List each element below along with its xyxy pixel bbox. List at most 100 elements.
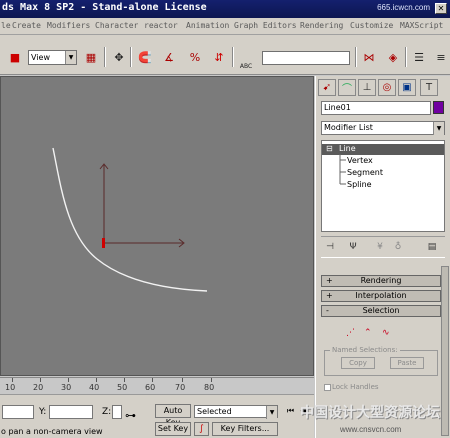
auto-key-button[interactable]: Auto Key [155,404,191,427]
menu-maxscript[interactable]: MAXScript [400,21,443,30]
key-mode-value: Selected [197,407,232,416]
select-manipulate-icon[interactable]: ✥ [110,48,128,66]
menu-customize[interactable]: Customize [350,21,393,30]
x-coordinate-field[interactable] [2,405,34,419]
spinner-snap-icon[interactable]: ⇵ [210,48,228,66]
key-filters-button[interactable]: Key Filters... [212,422,278,436]
lock-handles-checkbox[interactable] [324,384,331,391]
command-panel: ➹ ⌒ ⊥ ◎ ▣ T Line01 Modifier List ▼ ⊟ Lin… [315,76,450,438]
object-color-swatch[interactable] [433,101,444,114]
ruler-tick-label: 40 [89,383,100,392]
remove-modifier-icon[interactable]: ♁ [391,240,405,254]
ruler-tick [68,378,69,382]
align-icon[interactable]: ◈ [384,48,402,66]
command-panel-scrollbar[interactable] [441,266,449,436]
snap-3d-icon[interactable]: 🧲 [136,48,154,66]
transform-gizmo[interactable] [99,163,185,248]
stack-toolbar: ⊣ Ψ ¥ ♁ ▤ [321,236,445,258]
pivot-center-icon[interactable]: ▦ [82,48,100,66]
subobject-level-buttons: ⋰ ⌃ ∿ [346,328,406,340]
ruler-tick [124,378,125,382]
ruler-tick-label: 30 [61,383,72,392]
mirror-icon[interactable]: ⋈ [360,48,378,66]
perspective-viewport[interactable] [0,76,314,376]
display-tab-icon[interactable]: ▣ [398,79,416,96]
percent-snap-icon[interactable]: % [186,48,204,66]
curve-editor-icon[interactable]: ≡ [432,48,450,66]
z-coordinate-field[interactable] [112,405,122,419]
ruler-tick [182,378,183,382]
named-selections-label: Named Selections: [330,346,400,354]
menu-rendering[interactable]: Rendering [300,21,343,30]
segment-level-icon[interactable]: ⌃ [364,328,372,338]
menu-graph-editors[interactable]: Graph Editors [234,21,297,30]
ruler-tick [12,378,13,382]
modify-tab-icon[interactable]: ⌒ [338,79,356,96]
chevron-down-icon: ▼ [433,122,444,135]
toolbar-divider [355,47,357,67]
default-tangents-icon[interactable]: ∫ [194,422,209,436]
interpolation-rollout[interactable]: + Interpolation [321,290,441,302]
time-ruler[interactable]: 10 20 30 40 50 60 70 80 [0,377,314,393]
configure-sets-icon[interactable]: ▤ [425,240,439,254]
menu-character[interactable]: Character [95,21,138,30]
watermark-url: www.cnsvcn.com [340,425,402,434]
reference-coordinate-dropdown[interactable]: View ▼ [28,50,77,65]
menu-reactor[interactable]: reactor [144,21,178,30]
menu-bar: le Create Modifiers Character reactor An… [0,18,450,35]
collapse-icon[interactable]: ⊟ [326,144,333,153]
stack-item-spline[interactable]: Spline [347,180,372,189]
layer-manager-icon[interactable]: ☰ [410,48,428,66]
stack-tree-lines [339,154,346,185]
modifier-list-dropdown[interactable]: Modifier List ▼ [321,121,445,135]
key-mode-dropdown[interactable]: Selected ▼ [194,405,278,419]
stack-item-line[interactable]: Line [339,144,356,153]
modifier-list-label: Modifier List [324,123,373,132]
pin-stack-icon[interactable]: ⊣ [323,240,337,254]
rendering-rollout[interactable]: + Rendering [321,275,441,287]
menu-animation[interactable]: Animation [186,21,229,30]
ruler-tick-label: 20 [33,383,44,392]
modifier-stack[interactable]: ⊟ Line Vertex Segment Spline [321,140,445,232]
watermark-text: 中国设计大型资源论坛 [300,405,440,421]
make-unique-icon[interactable]: ¥ [373,240,387,254]
toolbar-divider [104,47,106,67]
title-bar: ds Max 8 SP2 - Stand-alone License 665.i… [0,0,450,18]
go-to-start-icon[interactable]: ⏮ [285,405,296,417]
stack-item-segment[interactable]: Segment [347,168,383,177]
set-key-button[interactable]: Set Key [155,422,191,436]
y-coordinate-field[interactable] [49,405,93,419]
window-title: ds Max 8 SP2 - Stand-alone License [2,2,207,13]
status-prompt: o pan a non-camera view [1,427,103,436]
reference-coordinate-value: View [31,53,50,62]
chevron-down-icon: ▼ [65,51,76,64]
angle-snap-icon[interactable]: ∡ [160,48,178,66]
copy-button[interactable]: Copy [341,357,375,369]
ruler-tick-label: 70 [175,383,186,392]
utilities-tab-icon[interactable]: T [420,79,438,96]
paste-button[interactable]: Paste [390,357,424,369]
spline-level-icon[interactable]: ∿ [382,328,390,338]
motion-tab-icon[interactable]: ◎ [378,79,396,96]
selection-rollout-label: Selection [362,306,400,315]
menu-create[interactable]: Create [12,21,41,30]
hierarchy-tab-icon[interactable]: ⊥ [358,79,376,96]
named-selection-field[interactable] [262,51,350,65]
select-object-icon[interactable]: ■ [6,48,24,66]
vertex-level-icon[interactable]: ⋰ [346,328,355,338]
edit-named-selection-icon[interactable]: ABC [237,57,255,75]
interpolation-rollout-label: Interpolation [355,291,407,300]
ruler-tick [40,378,41,382]
selection-rollout[interactable]: - Selection [321,305,441,317]
toolbar-divider [232,47,234,67]
object-name-field[interactable]: Line01 [321,101,431,115]
menu-file[interactable]: le [1,21,11,30]
show-end-result-icon[interactable]: Ψ [346,240,360,254]
toolbar-divider [405,47,407,67]
menu-modifiers[interactable]: Modifiers [47,21,90,30]
close-icon[interactable]: ✕ [435,3,447,14]
key-icon[interactable]: ⊶ [125,409,136,422]
line-spline[interactable] [52,147,208,292]
stack-item-vertex[interactable]: Vertex [347,156,373,165]
create-tab-icon[interactable]: ➹ [318,79,336,96]
